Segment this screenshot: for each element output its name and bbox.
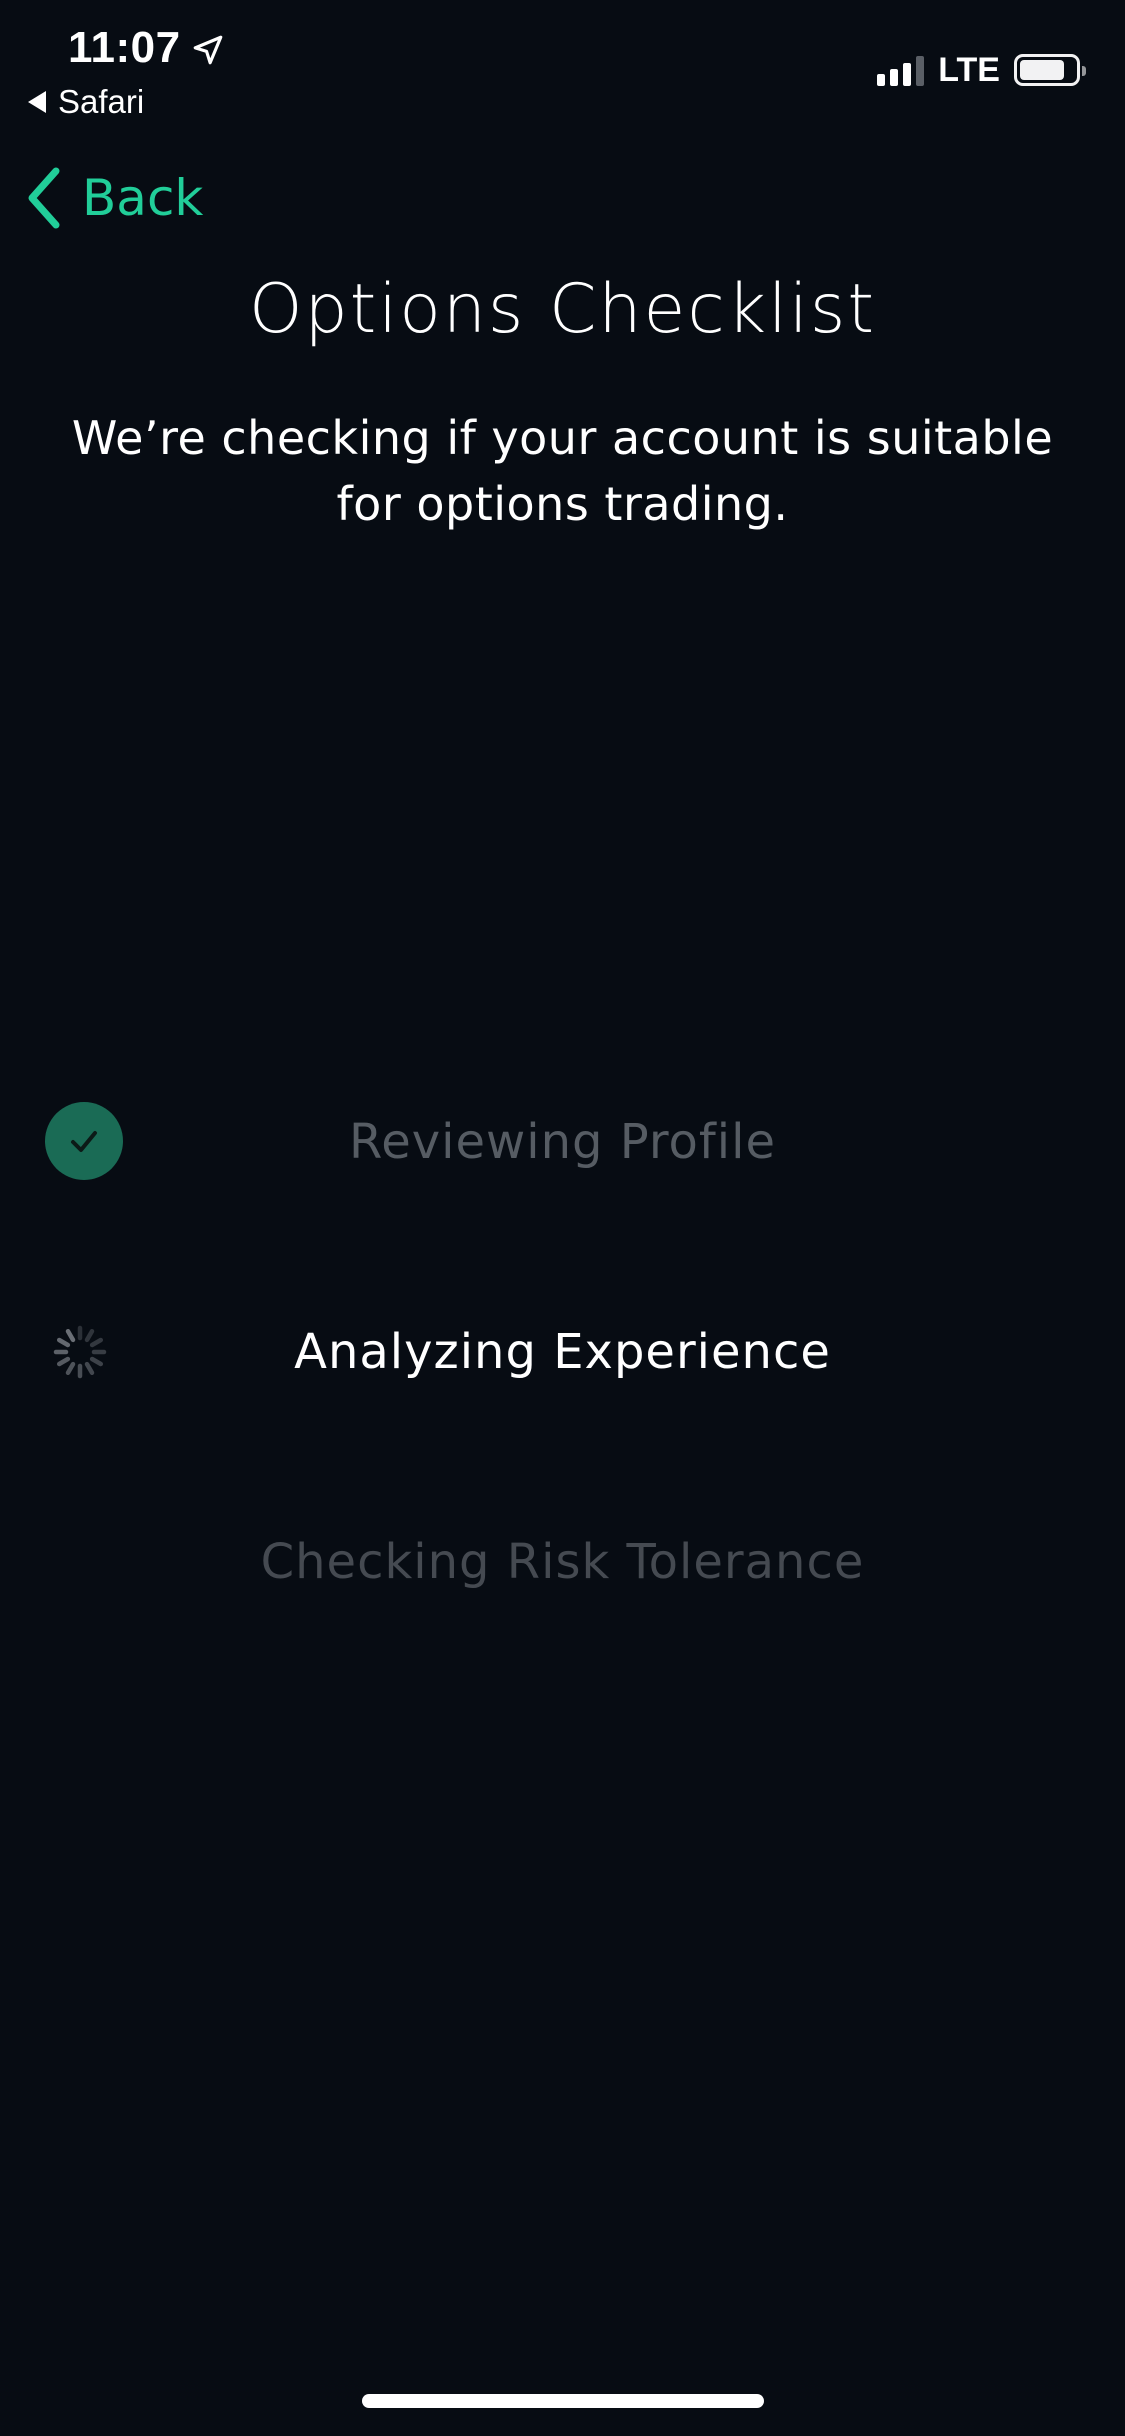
chevron-left-icon (28, 167, 60, 229)
network-label: LTE (938, 50, 1000, 89)
checklist-item-label: Checking Risk Tolerance (260, 1534, 865, 1590)
page-title: Options Checklist (248, 270, 877, 349)
status-back-app-label: Safari (58, 83, 145, 120)
page-subtitle: We’re checking if your account is suitab… (71, 411, 1054, 531)
status-back-to-app[interactable]: Safari (28, 80, 144, 124)
back-triangle-icon (28, 91, 46, 113)
checklist-item-label: Reviewing Profile (349, 1114, 776, 1170)
battery-icon (1014, 54, 1086, 86)
status-time-text: 11:07 (68, 23, 181, 72)
back-button[interactable]: Back (24, 160, 203, 236)
back-button-label: Back (82, 169, 204, 227)
location-arrow-icon (193, 35, 222, 65)
status-time: 11:07 (68, 18, 225, 78)
status-right-group: LTE (877, 48, 1086, 92)
checklist-item: Analyzing Experience (0, 1302, 1125, 1402)
signal-icon (877, 54, 925, 86)
checklist-item: Reviewing Profile (0, 1092, 1125, 1192)
home-indicator[interactable] (362, 2394, 764, 2408)
checklist-item: Checking Risk Tolerance (0, 1512, 1125, 1612)
checklist-item-label: Analyzing Experience (294, 1324, 831, 1380)
